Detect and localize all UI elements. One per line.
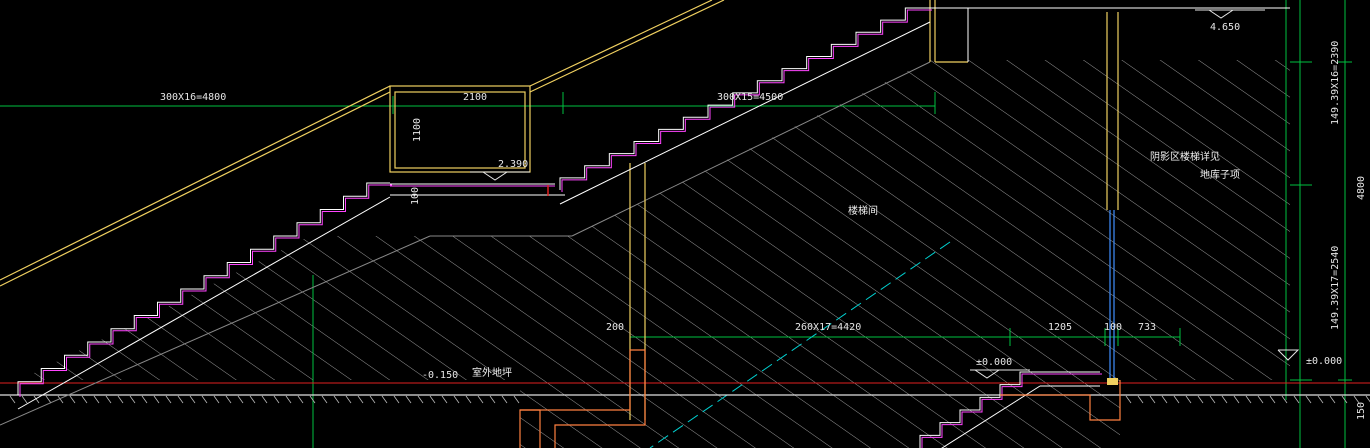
earth-tick bbox=[1305, 395, 1312, 404]
dim-basement-steps-label: 260X17=4420 bbox=[795, 322, 861, 333]
dim-733-label: 733 bbox=[1138, 322, 1156, 333]
earth-tick bbox=[93, 395, 100, 404]
earth-tick bbox=[117, 395, 124, 404]
earth-tick bbox=[1317, 395, 1324, 404]
earth-tick bbox=[453, 395, 460, 404]
earth-tick bbox=[1221, 395, 1228, 404]
earth-tick bbox=[1149, 395, 1156, 404]
earth-tick bbox=[177, 395, 184, 404]
earth-tick bbox=[405, 395, 412, 404]
earth-tick bbox=[465, 395, 472, 404]
earth-tick bbox=[441, 395, 448, 404]
earth-tick bbox=[429, 395, 436, 404]
earth-tick bbox=[129, 395, 136, 404]
glass-base bbox=[1107, 378, 1118, 385]
earth-tick bbox=[261, 395, 268, 404]
earth-tick bbox=[393, 395, 400, 404]
earth-tick bbox=[1233, 395, 1240, 404]
earth-tick bbox=[249, 395, 256, 404]
earth-tick bbox=[501, 395, 508, 404]
earth-tick bbox=[1245, 395, 1252, 404]
earth-tick bbox=[237, 395, 244, 404]
earth-tick bbox=[1137, 395, 1144, 404]
dim-right-mid-label: 4800 bbox=[1356, 176, 1367, 200]
earth-tick bbox=[9, 395, 16, 404]
ground-text-label: 室外地坪 bbox=[472, 366, 512, 379]
earth-tick bbox=[513, 395, 520, 404]
earth-tick bbox=[489, 395, 496, 404]
dim-stair1-label: 300X16=4800 bbox=[160, 92, 226, 103]
earth-tick bbox=[201, 395, 208, 404]
earth-tick bbox=[213, 395, 220, 404]
earth-tick bbox=[285, 395, 292, 404]
earth-tick bbox=[1293, 395, 1300, 404]
earth-tick bbox=[69, 395, 76, 404]
earth-tick bbox=[1173, 395, 1180, 404]
note-line2: 地库子项 bbox=[1200, 168, 1240, 181]
earth-tick bbox=[1161, 395, 1168, 404]
elev-zero-left-label: ±0.000 bbox=[976, 357, 1012, 368]
elev-landing-label: 2.390 bbox=[498, 159, 528, 170]
earth-tick bbox=[105, 395, 112, 404]
dim-stair2-label: 300X15=4500 bbox=[717, 92, 783, 103]
dim-right-bottom-label: 149.39X17=2540 bbox=[1330, 246, 1341, 330]
earth-tick bbox=[225, 395, 232, 404]
elev-zero-right-label: ±0.000 bbox=[1306, 356, 1342, 367]
earth-tick bbox=[81, 395, 88, 404]
earth-tick bbox=[417, 395, 424, 404]
earth-tick bbox=[381, 395, 388, 404]
earth-tick bbox=[1209, 395, 1216, 404]
dim-rail-height-label: 1100 bbox=[412, 118, 423, 142]
earth-tick bbox=[1125, 395, 1132, 404]
cad-section-drawing: 300X16=4800 2100 300X15=4500 1100 100 2.… bbox=[0, 0, 1370, 448]
earth-tick bbox=[357, 395, 364, 404]
note-line1: 阴影区楼梯详见 bbox=[1150, 150, 1220, 163]
earth-tick bbox=[21, 395, 28, 404]
earth-tick bbox=[369, 395, 376, 404]
dim-100-label: 100 bbox=[1104, 322, 1122, 333]
earth-tick bbox=[189, 395, 196, 404]
earth-tick bbox=[273, 395, 280, 404]
dim-1205-label: 1205 bbox=[1048, 322, 1072, 333]
earth-tick bbox=[1329, 395, 1336, 404]
room-label: 楼梯间 bbox=[848, 204, 878, 217]
earth-tick bbox=[477, 395, 484, 404]
elev-ground-label: -0.150 bbox=[422, 370, 458, 381]
hatched-region bbox=[20, 60, 1290, 448]
earth-tick bbox=[1269, 395, 1276, 404]
earth-tick bbox=[165, 395, 172, 404]
dim-rail-small-label: 100 bbox=[410, 187, 421, 205]
dim-right-top-label: 149.39X16=2390 bbox=[1330, 41, 1341, 125]
earth-tick bbox=[45, 395, 52, 404]
earth-tick bbox=[1257, 395, 1264, 404]
earth-tick bbox=[345, 395, 352, 404]
earth-tick bbox=[297, 395, 304, 404]
earth-tick bbox=[1185, 395, 1192, 404]
dim-landing-label: 2100 bbox=[463, 92, 487, 103]
dim-right-150-label: 150 bbox=[1356, 402, 1367, 420]
earth-tick bbox=[1197, 395, 1204, 404]
earth-tick bbox=[153, 395, 160, 404]
earth-tick bbox=[141, 395, 148, 404]
elev-top-label: 4.650 bbox=[1210, 22, 1240, 33]
earth-tick bbox=[333, 395, 340, 404]
dim-wall-200-label: 200 bbox=[606, 322, 624, 333]
earth-tick bbox=[321, 395, 328, 404]
